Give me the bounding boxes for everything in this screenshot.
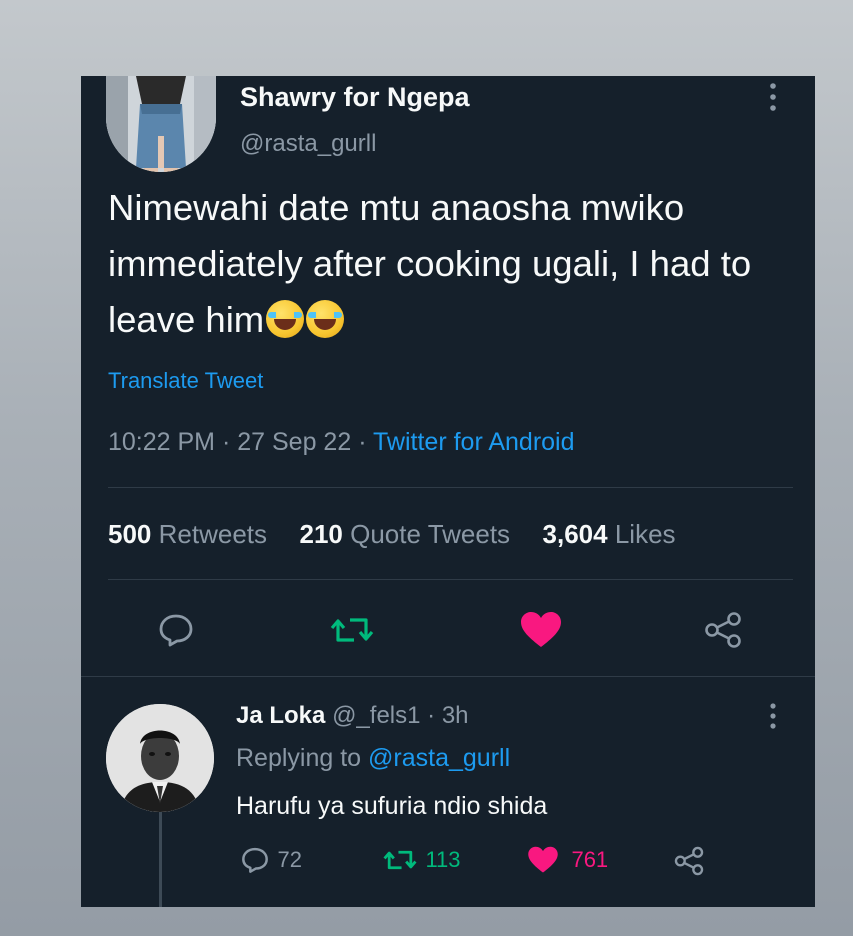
author-handle[interactable]: @rasta_gurll [240,130,376,158]
retweet-count: 113 [425,847,461,872]
tweet-time[interactable]: 10:22 PM [108,428,215,456]
replying-to-mention[interactable]: @rasta_gurll [368,744,510,772]
reply-time[interactable]: 3h [442,702,469,729]
tweet-date[interactable]: 27 Sep 22 [237,428,351,456]
likes-count: 3,604 [542,519,608,549]
likes-label: Likes [614,519,676,549]
reply-author-name[interactable]: Ja Loka [236,702,325,729]
author-avatar-image [106,76,216,172]
reply-like-action[interactable]: 761 [527,846,608,874]
more-options-icon[interactable] [761,82,785,112]
retweet-icon [383,850,417,870]
tweet-text-body: Nimewahi date mtu anaosha mwiko immediat… [108,187,752,340]
divider [108,487,793,488]
reply-icon [242,847,268,873]
quote-tweets-stat[interactable]: 210 Quote Tweets [299,519,510,549]
reply-reply-action[interactable]: 72 [241,846,302,874]
replying-to: Replying to @rasta_gurll [236,744,510,773]
tweet-text: Nimewahi date mtu anaosha mwiko immediat… [108,180,788,348]
heart-icon [528,846,558,873]
share-icon [674,846,704,876]
tweet-meta: 10:22 PM · 27 Sep 22 · Twitter for Andro… [108,428,575,457]
share-icon[interactable] [703,611,743,649]
tears-of-joy-emoji-icon [266,300,305,338]
retweets-stat[interactable]: 500 Retweets [108,519,267,549]
meta-separator: · [358,428,367,456]
translate-tweet-link[interactable]: Translate Tweet [108,368,263,394]
reply-share-action[interactable] [673,846,705,876]
tweet-card: Shawry for Ngepa @rasta_gurll Nimewahi d… [81,76,815,907]
author-avatar[interactable] [106,76,216,172]
like-count: 761 [571,847,609,872]
reply-author: Ja Loka @_fels1 · 3h [236,702,469,730]
retweets-count: 500 [108,519,152,549]
quote-tweets-count: 210 [299,519,343,549]
replying-to-label: Replying to [236,744,362,772]
divider [81,676,815,677]
tweet-stats: 500 Retweets 210 Quote Tweets 3,604 Like… [108,519,676,550]
reply-author-handle[interactable]: @_fels1 [332,702,420,729]
reply-more-options-icon[interactable] [761,702,785,730]
reply-text: Harufu ya sufuria ndio shida [236,792,548,820]
tweet-source[interactable]: Twitter for Android [373,428,574,456]
thread-line [159,812,162,907]
reply-count: 72 [277,847,302,872]
reply-separator: · [427,702,436,729]
meta-separator: · [221,428,231,456]
reply-author-avatar-image [106,704,214,812]
reply-retweet-action[interactable]: 113 [383,846,461,874]
likes-stat[interactable]: 3,604 Likes [543,519,676,549]
reply-author-avatar[interactable] [106,704,214,812]
heart-icon[interactable] [520,611,562,649]
author-name[interactable]: Shawry for Ngepa [240,82,470,113]
retweets-label: Retweets [158,519,268,549]
retweet-icon[interactable] [330,612,374,648]
reply-icon[interactable] [158,612,194,648]
divider [108,579,793,580]
tears-of-joy-emoji-icon [306,300,345,338]
quote-tweets-label: Quote Tweets [350,519,511,549]
